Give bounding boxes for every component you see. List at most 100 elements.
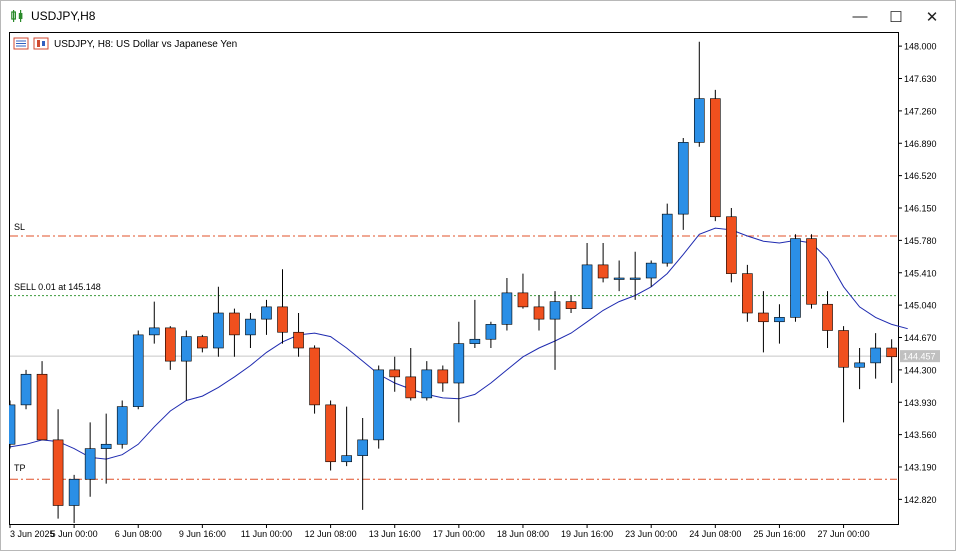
candle[interactable] — [116, 400, 128, 449]
candle[interactable] — [485, 321, 497, 348]
candle-body — [84, 448, 96, 480]
candle[interactable] — [501, 278, 513, 331]
price-axis-label: 143.190 — [904, 463, 937, 473]
price-axis-label: 146.150 — [904, 204, 937, 214]
candle[interactable] — [549, 291, 561, 370]
candle[interactable] — [325, 400, 336, 471]
candle[interactable] — [261, 299, 272, 335]
candle-body — [613, 277, 625, 280]
maximize-icon: ☐ — [889, 8, 903, 26]
candle-body — [341, 455, 352, 463]
price-axis-label: 142.820 — [904, 495, 937, 505]
current-price-label: 144.457 — [903, 352, 936, 362]
candle-body — [677, 142, 689, 215]
candle[interactable] — [9, 400, 16, 449]
candle[interactable] — [213, 286, 224, 357]
price-axis-label: 144.670 — [904, 333, 937, 343]
candle-body — [517, 292, 529, 308]
candle[interactable] — [870, 333, 881, 379]
candle[interactable] — [613, 260, 625, 292]
candle-body — [229, 312, 240, 336]
candle-body — [597, 264, 609, 279]
candle-body — [437, 369, 449, 384]
candle[interactable] — [437, 365, 449, 392]
candle-body — [181, 336, 192, 362]
candle-body — [261, 306, 272, 320]
time-axis-label: 27 Jun 00:00 — [818, 529, 870, 539]
candle-body — [197, 336, 208, 349]
price-axis-label: 144.300 — [904, 365, 937, 375]
candle[interactable] — [517, 273, 529, 309]
candle[interactable] — [597, 243, 609, 283]
time-axis-label: 11 Jun 00:00 — [241, 529, 292, 539]
candle[interactable] — [790, 234, 801, 322]
chart-type-icon[interactable] — [33, 37, 49, 50]
candle[interactable] — [389, 356, 401, 392]
candle[interactable] — [277, 269, 288, 344]
candle[interactable] — [52, 409, 64, 519]
sell-order-label: SELL 0.01 at 145.148 — [14, 282, 101, 292]
candle[interactable] — [838, 326, 849, 423]
candle-body — [533, 306, 545, 320]
candle[interactable] — [886, 339, 897, 383]
candle-body — [148, 327, 160, 336]
time-axis-label: 6 Jun 08:00 — [115, 529, 162, 539]
candle[interactable] — [453, 321, 465, 423]
price-axis-label: 146.890 — [904, 139, 937, 149]
candle[interactable] — [645, 260, 657, 287]
minimize-button[interactable]: — — [842, 1, 878, 32]
time-axis-label: 3 Jun 2025 — [10, 529, 55, 539]
candle[interactable] — [165, 326, 176, 370]
candle[interactable] — [661, 203, 673, 267]
candle[interactable] — [533, 295, 545, 331]
candle[interactable] — [357, 418, 368, 510]
candle[interactable] — [806, 234, 817, 309]
candle[interactable] — [100, 413, 112, 484]
candle[interactable] — [469, 299, 481, 348]
candle[interactable] — [20, 369, 32, 410]
candle[interactable] — [229, 308, 240, 357]
candle[interactable] — [197, 334, 208, 353]
candle[interactable] — [132, 330, 144, 410]
candle-body — [68, 478, 80, 506]
candle[interactable] — [693, 41, 705, 147]
time-axis-label: 25 Jun 16:00 — [753, 529, 805, 539]
price-axis-label: 145.780 — [904, 236, 937, 246]
candle[interactable] — [421, 361, 433, 401]
title-bar[interactable]: USDJPY,H8 — ☐ ✕ — [1, 1, 955, 32]
candle[interactable] — [581, 243, 593, 309]
candle[interactable] — [726, 208, 737, 283]
candle[interactable] — [565, 295, 577, 314]
candle[interactable] — [629, 251, 641, 300]
close-button[interactable]: ✕ — [914, 1, 950, 32]
candle-body — [710, 98, 721, 218]
candle-body — [52, 439, 64, 506]
candle[interactable] — [36, 361, 48, 441]
chart-window: USDJPY,H8 — ☐ ✕ USDJPY, H8: US Dollar vs — [0, 0, 956, 551]
candle-body — [806, 238, 817, 305]
symbol-list-icon[interactable] — [13, 37, 29, 50]
price-axis-label: 147.260 — [904, 106, 937, 116]
candle-body — [726, 216, 737, 274]
maximize-button[interactable]: ☐ — [878, 1, 914, 32]
candle[interactable] — [774, 304, 785, 344]
candle[interactable] — [68, 474, 80, 523]
candle-body — [245, 318, 256, 336]
candle[interactable] — [245, 313, 256, 348]
candle-body — [581, 264, 593, 309]
candle[interactable] — [373, 365, 384, 449]
candle[interactable] — [710, 89, 721, 222]
candle[interactable] — [84, 422, 96, 497]
candle[interactable] — [341, 406, 352, 467]
candle[interactable] — [758, 291, 769, 353]
candle-body — [405, 376, 417, 399]
candle[interactable] — [742, 264, 753, 322]
candle[interactable] — [822, 291, 833, 348]
candle[interactable] — [677, 138, 689, 230]
candle[interactable] — [148, 301, 160, 344]
candle[interactable] — [854, 348, 865, 390]
candle[interactable] — [181, 330, 192, 401]
candle[interactable] — [309, 345, 320, 414]
price-chart[interactable]: USDJPY, H8: US Dollar vs Japanese Yen 14… — [9, 32, 949, 542]
candle[interactable] — [293, 313, 304, 357]
